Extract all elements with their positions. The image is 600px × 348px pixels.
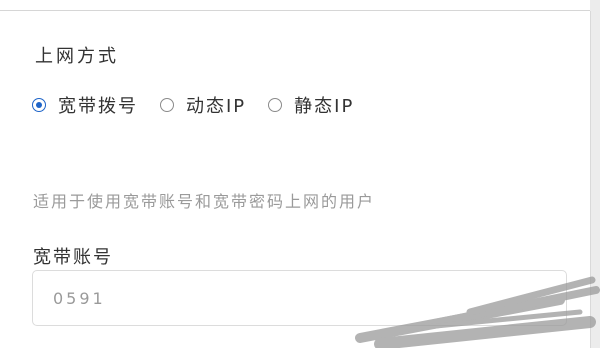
account-field-label: 宽带账号: [33, 247, 113, 268]
radio-option-static[interactable]: 静态IP: [268, 92, 354, 118]
top-card-edge: [0, 0, 590, 11]
section-title: 上网方式: [35, 46, 119, 67]
radio-label-dhcp: 动态IP: [186, 96, 247, 117]
radio-label-static: 静态IP: [294, 96, 355, 117]
radio-label-pppoe: 宽带拨号: [58, 96, 138, 117]
radio-option-dhcp[interactable]: 动态IP: [160, 92, 246, 118]
radio-option-pppoe[interactable]: 宽带拨号: [32, 92, 138, 118]
radio-checked-icon[interactable]: [32, 98, 46, 112]
radio-unchecked-icon[interactable]: [160, 98, 174, 112]
radio-unchecked-icon[interactable]: [268, 98, 283, 112]
description-text: 适用于使用宽带账号和宽带密码上网的用户: [33, 192, 376, 211]
account-input[interactable]: [32, 270, 567, 326]
connection-type-radio-group: 宽带拨号 动态IP 静态IP: [32, 92, 376, 118]
